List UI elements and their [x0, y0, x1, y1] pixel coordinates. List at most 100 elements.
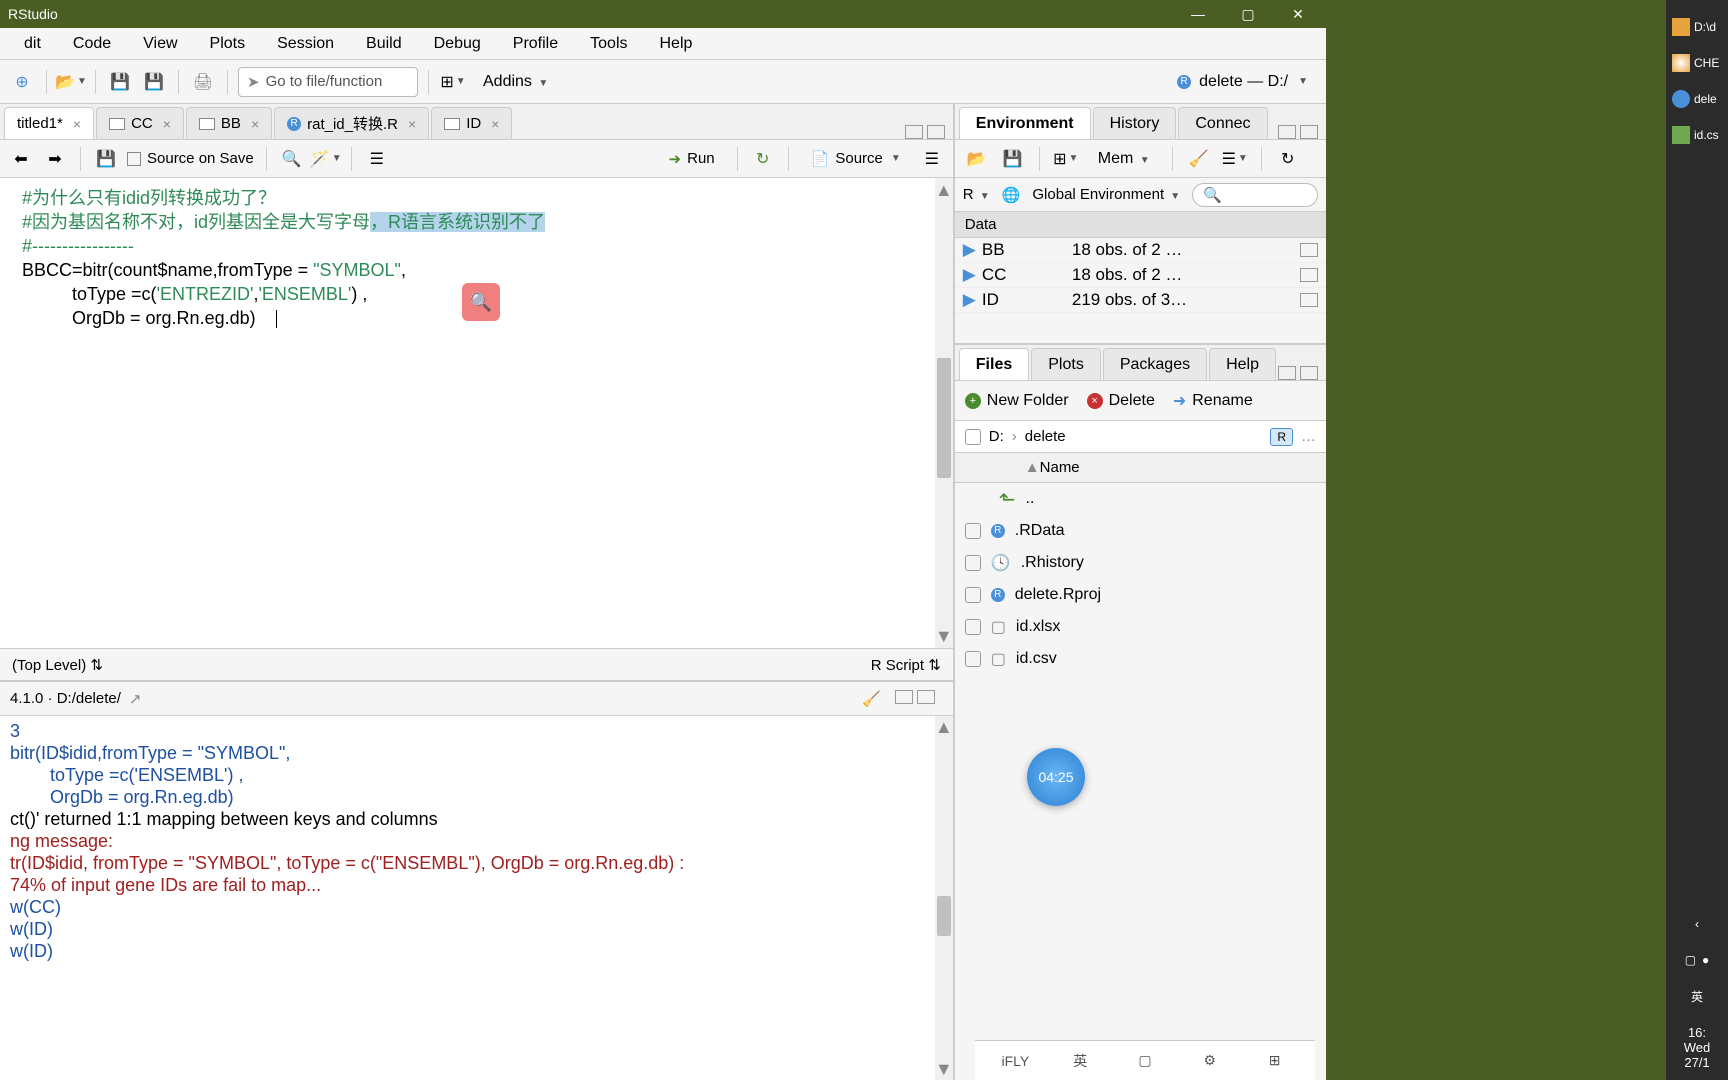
minimize-pane-button[interactable] — [1278, 366, 1296, 380]
minimize-pane-button[interactable] — [895, 690, 913, 704]
tab-packages[interactable]: Packages — [1103, 348, 1207, 380]
addins-dropdown[interactable]: Addins ▼ — [473, 69, 558, 95]
new-folder-button[interactable]: +New Folder — [965, 392, 1069, 410]
name-column[interactable]: Name — [1040, 459, 1080, 476]
list-view-button[interactable]: ☰▼ — [1221, 145, 1249, 173]
floating-search-widget[interactable]: 🔍 — [462, 283, 500, 321]
save-workspace-button[interactable]: 💾 — [999, 145, 1027, 173]
rproject-badge[interactable]: R — [1270, 428, 1293, 446]
ime-more-icon[interactable]: ⊞ — [1263, 1049, 1287, 1073]
maximize-button[interactable]: ▢ — [1238, 4, 1258, 24]
maximize-pane-button[interactable] — [1300, 366, 1318, 380]
run-button[interactable]: ➜Run — [659, 148, 725, 170]
taskbar-item-rstudio[interactable]: dele — [1668, 82, 1726, 116]
taskbar-item-chrome[interactable]: CHE — [1668, 46, 1726, 80]
close-icon[interactable]: × — [163, 116, 171, 132]
tab-bb[interactable]: BB× — [186, 107, 272, 139]
ime-logo[interactable]: iFLY — [1003, 1049, 1027, 1073]
close-icon[interactable]: × — [251, 116, 259, 132]
close-icon[interactable]: × — [408, 116, 416, 132]
file-row[interactable]: Rdelete.Rproj — [955, 579, 1326, 611]
file-row[interactable]: 🕓.Rhistory — [955, 547, 1326, 579]
ime-settings-icon[interactable]: ⚙ — [1198, 1049, 1222, 1073]
breadcrumb-root[interactable]: D: — [989, 428, 1004, 445]
tab-help[interactable]: Help — [1209, 348, 1276, 380]
maximize-pane-button[interactable] — [917, 690, 935, 704]
save-button[interactable]: 💾 — [106, 68, 134, 96]
expand-icon[interactable]: ▶ — [963, 265, 976, 285]
print-button[interactable]: 🖨 — [189, 68, 217, 96]
source-button[interactable]: 📄Source▼ — [801, 148, 911, 170]
rename-button[interactable]: ➜Rename — [1173, 391, 1253, 411]
file-checkbox[interactable] — [965, 587, 981, 603]
system-clock[interactable]: 16: Wed 27/1 — [1680, 1015, 1715, 1080]
outline-button[interactable]: ☰ — [364, 146, 390, 172]
wand-button[interactable]: 🪄▼ — [313, 146, 339, 172]
close-icon[interactable]: × — [491, 116, 499, 132]
clear-console-button[interactable]: 🧹 — [862, 690, 881, 708]
scope-selector[interactable]: (Top Level) ⇅ — [12, 656, 103, 674]
menu-session[interactable]: Session — [261, 31, 350, 57]
expand-icon[interactable]: ▶ — [963, 240, 976, 260]
breadcrumb-folder[interactable]: delete — [1025, 428, 1066, 445]
expand-icon[interactable]: ▶ — [963, 290, 976, 310]
file-checkbox[interactable] — [965, 555, 981, 571]
new-file-button[interactable]: ⊕ — [8, 68, 36, 96]
tab-rat-id[interactable]: Rrat_id_转换.R× — [274, 107, 429, 139]
outline-toggle-button[interactable]: ☰ — [919, 146, 945, 172]
tab-cc[interactable]: CC× — [96, 107, 184, 139]
close-icon[interactable]: × — [73, 116, 81, 132]
menu-code[interactable]: Code — [57, 31, 127, 57]
tab-history[interactable]: History — [1093, 107, 1177, 139]
grid-view-button[interactable]: ⊞▼ — [439, 68, 467, 96]
import-dataset-button[interactable]: ⊞▼ — [1052, 145, 1080, 173]
menu-build[interactable]: Build — [350, 31, 418, 57]
maximize-pane-button[interactable] — [1300, 125, 1318, 139]
tray-icons[interactable]: ▢● — [1668, 943, 1726, 977]
env-search-input[interactable]: 🔍 — [1192, 183, 1318, 207]
file-checkbox[interactable] — [965, 619, 981, 635]
tab-id[interactable]: ID× — [431, 107, 512, 139]
tray-icon[interactable]: ▢ — [1685, 953, 1696, 967]
save-file-button[interactable]: 💾 — [93, 146, 119, 172]
taskbar-item-folder[interactable]: D:\d — [1668, 10, 1726, 44]
floating-timer-widget[interactable]: 04:25 — [1027, 748, 1085, 806]
minimize-button[interactable]: — — [1188, 4, 1208, 24]
tray-icon[interactable]: ● — [1702, 953, 1709, 967]
tab-untitled1[interactable]: titled1*× — [4, 107, 94, 139]
editor-scrollbar[interactable]: ▲ ▼ — [935, 178, 953, 648]
menu-profile[interactable]: Profile — [497, 31, 574, 57]
env-object-cc[interactable]: ▶CC18 obs. of 2 … — [955, 263, 1326, 288]
back-button[interactable]: ⬅ — [8, 146, 34, 172]
refresh-button[interactable]: ↻ — [1274, 145, 1302, 173]
load-workspace-button[interactable]: 📂 — [963, 145, 991, 173]
file-row[interactable]: R.RData — [955, 515, 1326, 547]
file-row-parent[interactable]: ⬑.. — [955, 483, 1326, 515]
console-output[interactable]: 3 bitr(ID$idid,fromType = "SYMBOL", toTy… — [0, 716, 953, 1080]
open-folder-button[interactable]: 📂▼ — [57, 68, 85, 96]
popout-icon[interactable]: ↗ — [129, 690, 142, 708]
delete-button[interactable]: ×Delete — [1087, 392, 1155, 410]
source-on-save-checkbox[interactable]: Source on Save — [127, 150, 254, 167]
memory-usage[interactable]: Mem ▼ — [1088, 146, 1160, 172]
view-data-icon[interactable] — [1300, 268, 1318, 282]
tab-files[interactable]: Files — [959, 348, 1029, 380]
find-button[interactable]: 🔍 — [279, 146, 305, 172]
goto-file-input[interactable]: ➤ Go to file/function — [238, 67, 418, 97]
taskbar-item-csv[interactable]: id.cs — [1668, 118, 1726, 152]
tab-environment[interactable]: Environment — [959, 107, 1091, 139]
forward-button[interactable]: ➡ — [42, 146, 68, 172]
code-editor[interactable]: #为什么只有idid列转换成功了？ #因为基因名称不对，id列基因全是大写字母，… — [0, 178, 953, 648]
env-object-id[interactable]: ▶ID219 obs. of 3… — [955, 288, 1326, 313]
tab-plots[interactable]: Plots — [1031, 348, 1101, 380]
file-row[interactable]: ▢id.csv — [955, 643, 1326, 675]
rerun-button[interactable]: ↻ — [750, 146, 776, 172]
expand-tray-button[interactable]: ‹ — [1668, 907, 1726, 941]
menu-view[interactable]: View — [127, 31, 193, 57]
file-type-selector[interactable]: R Script ⇅ — [871, 656, 941, 674]
console-scrollbar[interactable]: ▲ ▼ — [935, 716, 953, 1080]
tab-connections[interactable]: Connec — [1178, 107, 1267, 139]
file-checkbox[interactable] — [965, 523, 981, 539]
more-button[interactable]: … — [1301, 428, 1316, 445]
maximize-pane-button[interactable] — [927, 125, 945, 139]
